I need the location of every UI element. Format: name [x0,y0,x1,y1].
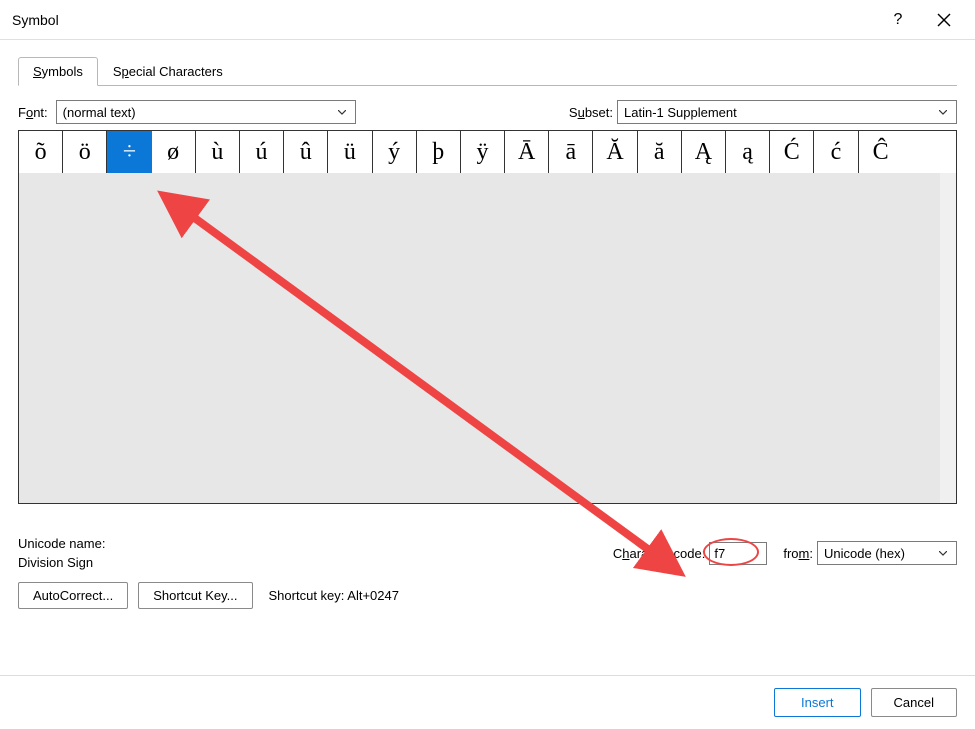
chevron-down-icon[interactable] [333,101,351,123]
from-value: Unicode (hex) [824,546,934,561]
cancel-button[interactable]: Cancel [871,688,957,717]
symbol-cell[interactable]: ù [196,131,240,173]
symbol-cell[interactable]: þ [417,131,461,173]
symbol-cell[interactable]: Ą [682,131,726,173]
font-value: (normal text) [63,105,333,120]
help-button[interactable]: ? [875,0,921,40]
symbol-cell[interactable]: ÷ [107,131,151,173]
symbol-cell[interactable]: ā [549,131,593,173]
unicode-name-value: Division Sign [18,555,105,570]
autocorrect-button[interactable]: AutoCorrect... [18,582,128,609]
shortcut-key-text: Shortcut key: Alt+0247 [269,588,399,603]
symbol-cell[interactable]: ÿ [461,131,505,173]
symbol-row: õö÷øùúûüýþÿĀāĂăĄąĆćĈ [19,130,956,173]
button-row: AutoCorrect... Shortcut Key... Shortcut … [18,582,957,609]
symbol-cell[interactable]: Ă [593,131,637,173]
dialog-footer: Insert Cancel [0,675,975,729]
symbol-cell[interactable]: Ĉ [859,131,903,173]
subset-label: Subset: [569,105,613,120]
charcode-label: Character code: [613,546,706,561]
symbol-cell[interactable]: ý [373,131,417,173]
close-button[interactable] [921,0,967,40]
tab-symbols[interactable]: Symbols [18,57,98,86]
font-subset-row: Font: (normal text) Subset: Latin-1 Supp… [18,100,957,124]
tab-strip: Symbols Special Characters [18,56,957,86]
unicode-name-label: Unicode name: [18,536,105,551]
symbol-cell[interactable]: û [284,131,328,173]
symbol-cell[interactable]: Ā [505,131,549,173]
symbol-grid-area: õö÷øùúûüýþÿĀāĂăĄąĆćĈ [18,130,957,504]
chevron-down-icon[interactable] [934,542,952,564]
symbol-cell[interactable]: õ [19,131,63,173]
scrollbar[interactable] [940,173,956,503]
symbol-cell[interactable]: ø [152,131,196,173]
shortcut-key-button[interactable]: Shortcut Key... [138,582,252,609]
symbol-cell[interactable]: ö [63,131,107,173]
tab-special-characters[interactable]: Special Characters [98,57,238,86]
symbol-cell[interactable]: ă [638,131,682,173]
subset-value: Latin-1 Supplement [624,105,934,120]
symbol-cell[interactable]: ć [814,131,858,173]
charcode-input[interactable] [709,542,767,565]
insert-button[interactable]: Insert [774,688,861,717]
font-combo[interactable]: (normal text) [56,100,356,124]
symbol-cell[interactable]: ú [240,131,284,173]
window-title: Symbol [12,12,875,28]
from-label: from: [783,546,813,561]
chevron-down-icon[interactable] [934,101,952,123]
symbol-cell[interactable]: ü [328,131,372,173]
info-row: Unicode name: Division Sign Character co… [18,536,957,570]
font-label: Font: [18,105,48,120]
subset-combo[interactable]: Latin-1 Supplement [617,100,957,124]
symbol-cell[interactable]: ą [726,131,770,173]
dialog-body: Symbols Special Characters Font: (normal… [0,40,975,621]
from-combo[interactable]: Unicode (hex) [817,541,957,565]
titlebar: Symbol ? [0,0,975,40]
symbol-grid-body [19,173,956,503]
symbol-cell[interactable]: Ć [770,131,814,173]
